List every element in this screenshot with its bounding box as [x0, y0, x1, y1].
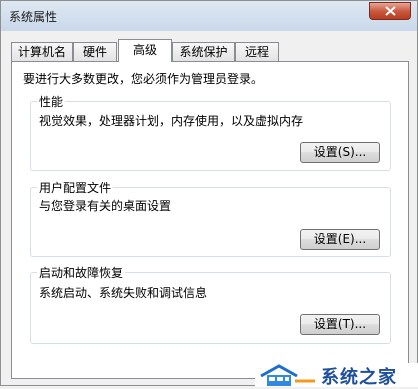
- house-logo-icon: [260, 364, 315, 386]
- tab-system-protection[interactable]: 系统保护: [172, 42, 235, 61]
- startup-recovery-description: 系统启动、系统失败和调试信息: [39, 286, 208, 300]
- site-watermark: 系统之家: [255, 363, 418, 388]
- performance-description: 视觉效果，处理器计划，内存使用，以及虚拟内存: [39, 114, 304, 128]
- startup-recovery-group-title: 启动和故障恢复: [37, 264, 126, 281]
- title-bar[interactable]: 系统属性: [1, 1, 417, 31]
- user-profiles-settings-button[interactable]: 设置(E)...: [300, 229, 380, 250]
- window-title: 系统属性: [9, 10, 58, 24]
- user-profiles-group-title: 用户配置文件: [37, 179, 114, 196]
- tab-remote[interactable]: 远程: [235, 42, 279, 61]
- watermark-text: 系统之家: [321, 367, 397, 388]
- tab-advanced[interactable]: 高级: [118, 39, 172, 62]
- performance-settings-button[interactable]: 设置(S)...: [300, 142, 380, 163]
- close-icon: [385, 6, 396, 16]
- tab-hardware[interactable]: 硬件: [73, 42, 117, 61]
- admin-notice: 要进行大多数更改，您必须作为管理员登录。: [23, 72, 264, 86]
- system-properties-window: 系统属性 计算机名 硬件 高级 系统保护 远程 要进行大多数更改，您必须作为管理…: [0, 0, 418, 388]
- startup-recovery-settings-button[interactable]: 设置(T)...: [300, 314, 380, 335]
- user-profiles-description: 与您登录有关的桌面设置: [39, 199, 172, 213]
- tab-computer-name[interactable]: 计算机名: [11, 42, 73, 61]
- tab-strip: 计算机名 硬件 高级 系统保护 远程: [11, 39, 411, 62]
- close-button[interactable]: [369, 2, 411, 20]
- performance-group-title: 性能: [37, 93, 66, 110]
